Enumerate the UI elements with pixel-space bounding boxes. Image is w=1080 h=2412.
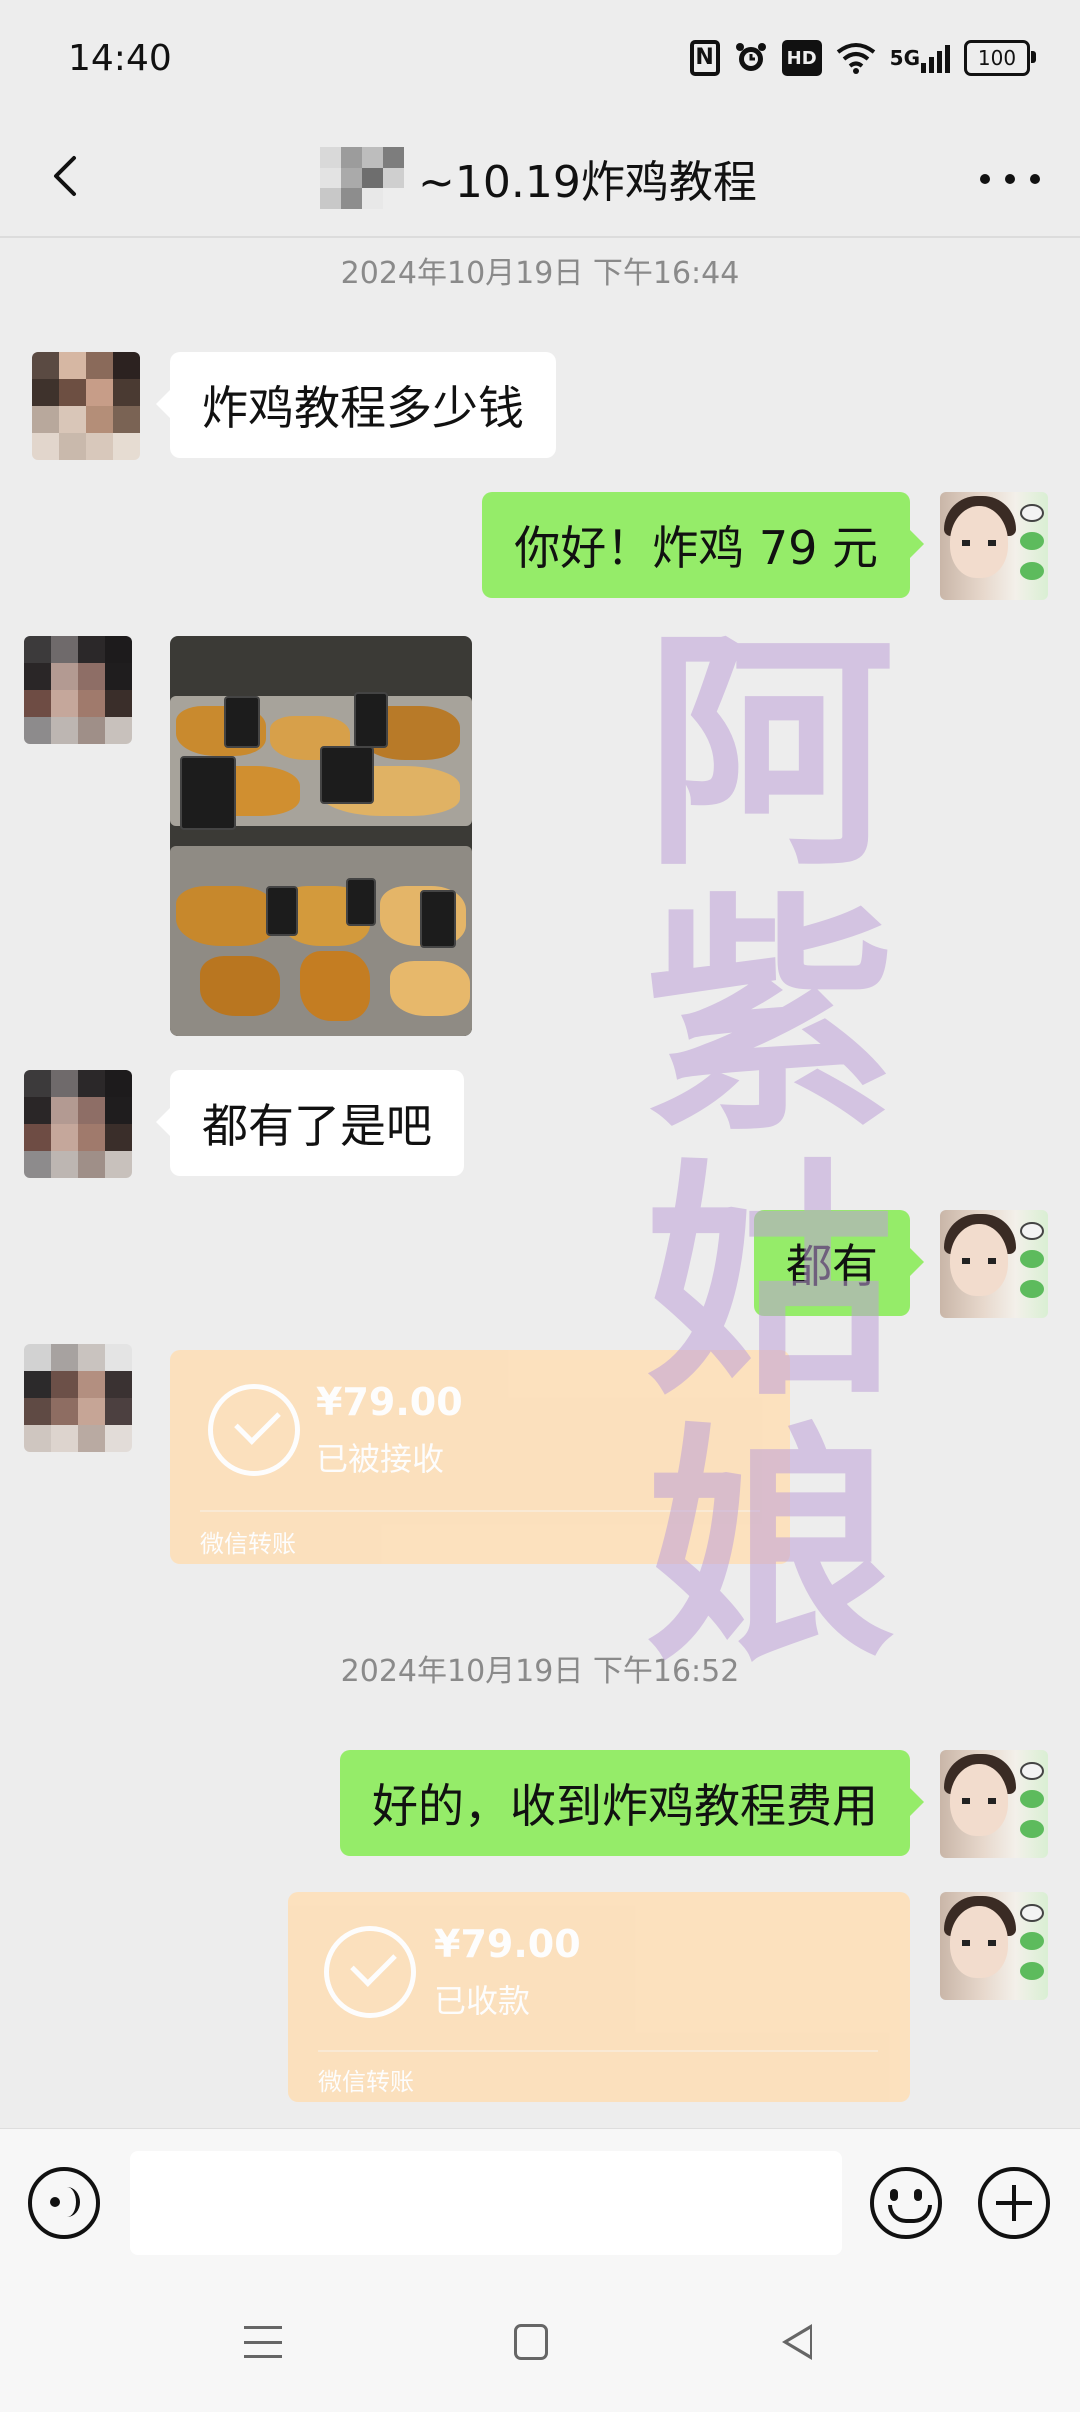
watermark-char: 阿 bbox=[645, 605, 895, 899]
transfer-card-outgoing[interactable]: ¥79.00 已收款 微信转账 bbox=[288, 1892, 910, 2102]
transfer-divider bbox=[200, 1510, 760, 1512]
transfer-label: 微信转账 bbox=[200, 1530, 296, 1558]
system-nav-bar bbox=[0, 2278, 1080, 2412]
transfer-label: 微信转账 bbox=[318, 2068, 414, 2096]
voice-input-icon[interactable] bbox=[28, 2167, 100, 2239]
self-avatar[interactable] bbox=[940, 1892, 1048, 2000]
contact-avatar[interactable] bbox=[24, 636, 132, 744]
contact-avatar[interactable] bbox=[24, 1070, 132, 1178]
check-circle-icon bbox=[208, 1384, 300, 1476]
message-bubble-incoming[interactable]: 炸鸡教程多少钱 bbox=[156, 352, 556, 458]
more-icon[interactable] bbox=[980, 164, 1040, 194]
network-label: 5G bbox=[889, 46, 920, 70]
chat-title: ~10.19炸鸡教程 bbox=[418, 157, 757, 208]
transfer-divider bbox=[318, 2050, 878, 2052]
chat-input-bar bbox=[0, 2128, 1080, 2278]
watermark-char: 紫 bbox=[645, 870, 895, 1164]
nfc-icon: N bbox=[689, 40, 720, 76]
recent-apps-icon[interactable] bbox=[244, 2326, 282, 2358]
wifi-icon bbox=[836, 40, 876, 76]
food-photo-message[interactable] bbox=[170, 636, 472, 1036]
back-arrow-icon[interactable] bbox=[40, 146, 100, 206]
battery-icon: 100 bbox=[964, 40, 1036, 76]
timestamp: 2024年10月19日 下午16:52 bbox=[340, 1654, 740, 1689]
nav-back-icon[interactable] bbox=[782, 2324, 812, 2360]
home-icon[interactable] bbox=[514, 2324, 548, 2360]
transfer-card-incoming[interactable]: ¥79.00 已被接收 微信转账 bbox=[170, 1350, 790, 1564]
self-avatar[interactable] bbox=[940, 1210, 1048, 1318]
add-icon[interactable] bbox=[978, 2167, 1050, 2239]
alarm-icon bbox=[734, 40, 768, 76]
transfer-status: 已被接收 bbox=[316, 1440, 445, 1478]
contact-avatar-blurred bbox=[320, 147, 404, 209]
self-avatar[interactable] bbox=[940, 492, 1048, 600]
check-circle-icon bbox=[324, 1926, 416, 2018]
chat-header: ~10.19炸鸡教程 bbox=[0, 120, 1080, 238]
message-bubble-incoming[interactable]: 都有了是吧 bbox=[156, 1070, 464, 1176]
timestamp: 2024年10月19日 下午16:44 bbox=[340, 256, 740, 291]
self-avatar[interactable] bbox=[940, 1750, 1048, 1858]
contact-avatar[interactable] bbox=[24, 1344, 132, 1452]
message-bubble-outgoing[interactable]: 都有 bbox=[754, 1210, 924, 1316]
status-time: 14:40 bbox=[68, 38, 172, 79]
contact-avatar[interactable] bbox=[32, 352, 140, 460]
chat-title-area[interactable]: ~10.19炸鸡教程 bbox=[320, 146, 757, 210]
status-icons: N HD 5G 100 bbox=[689, 40, 1036, 76]
message-bubble-outgoing[interactable]: 好的，收到炸鸡教程费用 bbox=[340, 1750, 924, 1856]
message-bubble-outgoing[interactable]: 你好！炸鸡 79 元 bbox=[482, 492, 924, 598]
transfer-amount: ¥79.00 bbox=[316, 1380, 463, 1424]
message-input[interactable] bbox=[130, 2151, 842, 2255]
emoji-icon[interactable] bbox=[870, 2167, 942, 2239]
5g-signal-icon: 5G bbox=[890, 40, 950, 76]
transfer-amount: ¥79.00 bbox=[434, 1922, 581, 1966]
transfer-status: 已收款 bbox=[434, 1982, 531, 2020]
hd-icon: HD bbox=[781, 40, 822, 76]
status-bar: 14:40 N HD 5G 100 bbox=[0, 0, 1080, 120]
